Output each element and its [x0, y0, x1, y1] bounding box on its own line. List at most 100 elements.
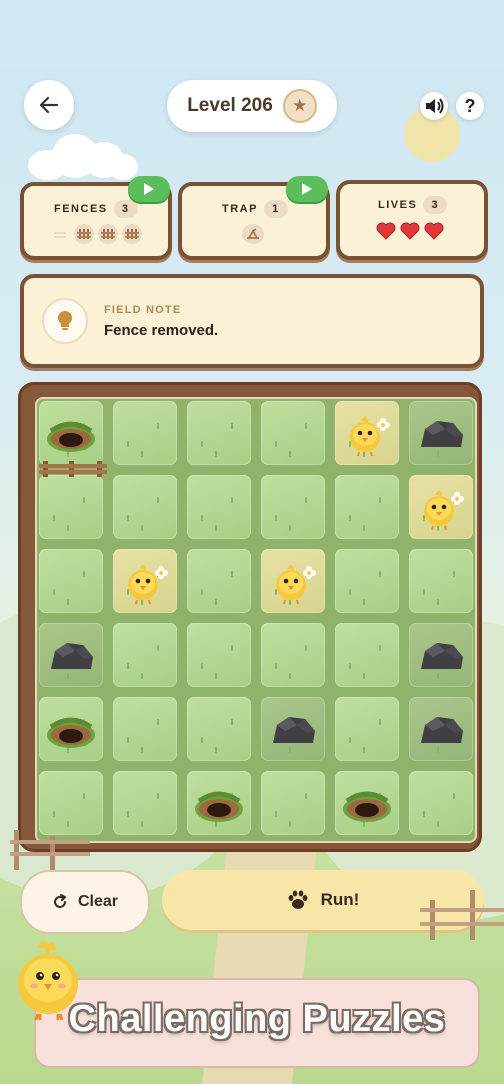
trap-play-button[interactable]	[286, 176, 328, 202]
grass-blade	[127, 737, 129, 743]
grass-blade	[141, 747, 143, 753]
grass-blade	[275, 663, 277, 669]
board-cell-grass[interactable]	[39, 475, 103, 539]
board-cell-grass[interactable]	[335, 475, 399, 539]
board-cell-grass[interactable]	[409, 549, 473, 613]
grass-blade	[141, 821, 143, 827]
board-cell-grass[interactable]	[39, 549, 103, 613]
burrow-icon	[47, 421, 95, 452]
play-icon	[302, 183, 312, 195]
board-cell-grass[interactable]	[335, 697, 399, 761]
grass-blade	[141, 451, 143, 457]
board-cell-grass[interactable]	[409, 771, 473, 835]
board-cell-chick[interactable]	[335, 401, 399, 465]
lives-label: LIVES	[378, 199, 418, 211]
board-cell-grass[interactable]	[261, 475, 325, 539]
level-indicator: Level 206 ★	[167, 80, 337, 132]
fences-label: FENCES	[54, 203, 108, 215]
board-cell-burrow[interactable]	[335, 771, 399, 835]
board-cell-grass[interactable]	[113, 771, 177, 835]
fences-count: 3	[113, 200, 138, 218]
grass-blade	[289, 673, 291, 679]
grass-blade	[437, 821, 439, 827]
board-cell-grass[interactable]	[113, 623, 177, 687]
board-cell-grass[interactable]	[261, 771, 325, 835]
fence-decoration-left	[10, 830, 90, 870]
trap-label: TRAP	[222, 203, 258, 215]
grass-blade	[83, 793, 85, 799]
board-cell-rock[interactable]	[409, 623, 473, 687]
grass-blade	[349, 515, 351, 521]
hearts-row	[376, 222, 444, 240]
board-cell-grass[interactable]	[113, 697, 177, 761]
heart-icon	[376, 222, 396, 240]
board-cell-burrow[interactable]	[39, 401, 103, 465]
back-button[interactable]	[24, 80, 74, 130]
fences-label-row: FENCES 3	[54, 200, 138, 218]
grass-blade	[379, 719, 381, 725]
board-cell-burrow[interactable]	[187, 771, 251, 835]
grass-blade	[379, 571, 381, 577]
star-icon: ★	[282, 89, 317, 123]
grass-blade	[83, 571, 85, 577]
board-cell-grass[interactable]	[113, 475, 177, 539]
paw-icon	[288, 890, 308, 909]
rock-icon	[421, 717, 463, 743]
grass-blade	[157, 423, 159, 429]
fence-chip-empty	[50, 224, 70, 244]
promo-banner: Challenging Puzzles	[34, 978, 480, 1068]
refresh-icon	[54, 894, 66, 908]
grass-blade	[215, 599, 217, 605]
grass-blade	[201, 663, 203, 669]
trap-icon	[242, 224, 264, 244]
board-cell-grass[interactable]	[187, 549, 251, 613]
grass-blade	[231, 645, 233, 651]
board-cell-grass[interactable]	[335, 549, 399, 613]
grass-blade	[67, 821, 69, 827]
grass-blade	[289, 821, 291, 827]
fence-chip	[98, 224, 118, 244]
grass-blade	[363, 747, 365, 753]
board-cell-chick[interactable]	[113, 549, 177, 613]
board-cell-grass[interactable]	[187, 401, 251, 465]
board-cell-rock[interactable]	[39, 623, 103, 687]
fences-play-button[interactable]	[128, 176, 170, 202]
board-cell-chick[interactable]	[261, 549, 325, 613]
fence-chip	[74, 224, 94, 244]
board-cell-rock[interactable]	[409, 401, 473, 465]
grass-blade	[275, 811, 277, 817]
board-cell-chick[interactable]	[409, 475, 473, 539]
board-cell-grass[interactable]	[261, 401, 325, 465]
speaker-icon	[426, 98, 444, 114]
grass-blade	[379, 497, 381, 503]
board-cell-grass[interactable]	[187, 697, 251, 761]
help-button[interactable]: ?	[456, 92, 484, 120]
grass-blade	[231, 497, 233, 503]
board-grid	[35, 397, 477, 843]
lives-label-row: LIVES 3	[378, 196, 448, 214]
placed-fence	[39, 461, 107, 477]
grass-blade	[141, 673, 143, 679]
board-cell-grass[interactable]	[187, 475, 251, 539]
board-cell-grass[interactable]	[335, 623, 399, 687]
clear-button[interactable]: Clear	[20, 870, 150, 934]
grass-blade	[363, 673, 365, 679]
board-cell-burrow[interactable]	[39, 697, 103, 761]
grass-blade	[53, 589, 55, 595]
board-cell-rock[interactable]	[261, 697, 325, 761]
board-cell-grass[interactable]	[187, 623, 251, 687]
board-cell-grass[interactable]	[261, 623, 325, 687]
board-cell-grass[interactable]	[39, 771, 103, 835]
grass-blade	[201, 589, 203, 595]
chick-mascot-icon	[18, 941, 78, 1020]
grass-blade	[157, 719, 159, 725]
board-cell-rock[interactable]	[409, 697, 473, 761]
board-cell-grass[interactable]	[113, 401, 177, 465]
chick-icon	[350, 416, 390, 457]
grass-blade	[157, 497, 159, 503]
grass-blade	[127, 663, 129, 669]
heart-icon	[424, 222, 444, 240]
rock-icon	[273, 717, 315, 743]
grass-blade	[215, 673, 217, 679]
sound-button[interactable]	[420, 92, 448, 120]
